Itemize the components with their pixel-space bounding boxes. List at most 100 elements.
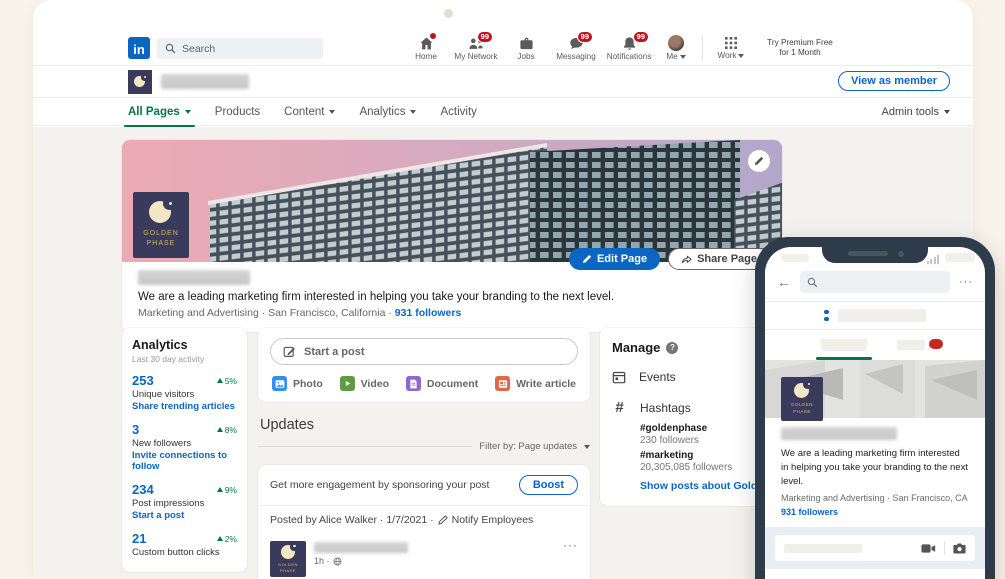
search-input[interactable]	[182, 42, 315, 55]
post-options-button[interactable]: ···	[563, 538, 578, 552]
hashtag-list: #goldenphase 230 followers #marketing 20…	[640, 423, 770, 473]
redacted-company-name	[781, 427, 897, 440]
document-button[interactable]: Document	[405, 376, 478, 391]
phone-screen: ← ··· GOLDEN PHASE We are a leading mark…	[765, 247, 985, 579]
redacted-company-name	[161, 74, 249, 89]
photo-label: Photo	[293, 377, 323, 390]
company-followers-link[interactable]: 931 followers	[395, 307, 462, 319]
try-premium-link[interactable]: Try Premium Free for 1 Month	[758, 38, 842, 59]
logo-text-golden: GOLDEN	[143, 229, 179, 237]
tab-all-pages-label: All Pages	[128, 106, 180, 118]
nav-me[interactable]: Me	[657, 30, 695, 66]
phone-tab	[897, 340, 925, 350]
stat-value[interactable]: 21	[132, 531, 146, 546]
nav-jobs[interactable]: Jobs	[501, 30, 551, 66]
photo-button[interactable]: Photo	[272, 376, 323, 391]
edit-page-button[interactable]: Edit Page	[568, 248, 661, 270]
stat-unique-visitors: 253 5% Unique visitors Share trending ar…	[132, 373, 237, 412]
search-box[interactable]	[157, 38, 323, 59]
nav-my-network[interactable]: 99 My Network	[451, 30, 501, 66]
nav-notifications[interactable]: 99 Notifications	[601, 30, 657, 66]
write-article-icon	[495, 376, 511, 391]
pencil-icon	[754, 156, 764, 165]
cover-image: GOLDEN PHASE	[122, 140, 782, 262]
chevron-down-icon	[329, 110, 336, 114]
stat-delta: 8%	[224, 424, 237, 435]
page-tabs-bar: All Pages Products Content Analytics Act…	[33, 98, 973, 127]
redacted-company-name	[138, 270, 250, 285]
company-industry-location: Marketing and Advertising · San Francisc…	[138, 307, 395, 319]
nav-items: Home 99 My Network Jobs 99 Messaging 99 …	[401, 30, 842, 66]
video-button[interactable]: Video	[339, 376, 390, 391]
view-as-member-button[interactable]: View as member	[837, 71, 950, 91]
photo-icon	[272, 376, 287, 391]
boost-row: Get more engagement by sponsoring your p…	[258, 465, 590, 505]
chevron-down-icon	[738, 53, 745, 58]
hashtag-item[interactable]: #marketing	[640, 450, 770, 461]
composer-card: Start a post Photo Video Document Write …	[258, 328, 590, 402]
company-logo-mini[interactable]	[128, 70, 152, 94]
pencil-icon	[437, 515, 448, 525]
back-arrow-icon: ←	[777, 274, 791, 290]
hashtag-item[interactable]: #goldenphase	[640, 423, 770, 434]
share-arrow-icon	[681, 255, 692, 263]
notify-employees-link[interactable]: Notify Employees	[452, 514, 534, 526]
logo-text-golden: GOLDEN	[790, 401, 813, 407]
tab-all-pages[interactable]: All Pages	[124, 98, 195, 127]
video-label: Video	[360, 377, 390, 390]
edit-cover-button[interactable]	[748, 150, 770, 172]
start-post-input[interactable]: Start a post	[270, 338, 578, 365]
posted-by-row: Posted by Alice Walker · 1/7/2021 · Noti…	[258, 506, 590, 534]
chevron-down-icon[interactable]	[584, 444, 590, 449]
nav-messaging[interactable]: 99 Messaging	[551, 30, 601, 66]
show-posts-link[interactable]: Show posts about Golden Phase	[640, 480, 803, 492]
tab-analytics[interactable]: Analytics	[359, 98, 417, 126]
stat-value[interactable]: 3	[132, 422, 139, 437]
tab-content[interactable]: Content	[284, 98, 336, 126]
cover-building-photo	[122, 140, 782, 262]
divider	[258, 446, 473, 447]
linkedin-logo[interactable]: in	[128, 37, 150, 59]
phone-cover-wrap: GOLDEN PHASE	[765, 360, 985, 421]
manage-hashtags-row[interactable]: # Hashtags	[612, 399, 770, 416]
write-article-button[interactable]: Write article	[495, 376, 576, 391]
manage-title: Manage	[612, 340, 661, 355]
stat-delta: 2%	[224, 533, 237, 544]
events-label: Events	[639, 370, 676, 384]
analytics-title: Analytics	[132, 338, 188, 352]
nav-work[interactable]: Work	[710, 30, 752, 66]
nav-home[interactable]: Home	[401, 30, 451, 66]
tab-analytics-label: Analytics	[359, 106, 406, 118]
stat-value[interactable]: 253	[132, 373, 154, 388]
calendar-icon	[612, 371, 626, 384]
notifications-badge: 99	[632, 31, 649, 43]
stat-label: Custom button clicks	[132, 547, 220, 558]
phone-company-meta: Marketing and Advertising · San Francisc…	[781, 493, 968, 504]
nav-home-label: Home	[415, 51, 437, 61]
stat-delta: 5%	[224, 375, 237, 386]
manage-events-row[interactable]: Events	[612, 370, 770, 384]
logo-text-phase: PHASE	[793, 408, 811, 414]
post-author-logo[interactable]: GOLDEN PHASE	[270, 541, 306, 577]
phone-followers-link: 931 followers	[781, 507, 839, 518]
up-arrow-icon	[216, 378, 223, 383]
updates-heading: Updates	[260, 417, 315, 433]
phone-battery-placeholder	[945, 253, 975, 262]
hashtag-followers: 230 followers	[640, 435, 699, 446]
tab-activity[interactable]: Activity	[440, 98, 476, 126]
admin-tools-menu[interactable]: Admin tools	[882, 98, 950, 126]
nav-my-network-label: My Network	[454, 51, 498, 61]
help-icon[interactable]: ?	[666, 341, 679, 354]
filter-label[interactable]: Filter by: Page updates	[479, 441, 577, 452]
stat-value[interactable]: 234	[132, 482, 154, 497]
tab-products[interactable]: Products	[215, 98, 260, 126]
stat-action-link[interactable]: Invite connections to follow	[132, 450, 237, 472]
edit-page-label: Edit Page	[596, 253, 648, 265]
hashtag-followers: 20,305,085 followers	[640, 462, 733, 473]
company-logo-cover: GOLDEN PHASE	[133, 192, 189, 258]
nav-work-label: Work	[717, 51, 737, 60]
stat-action-link[interactable]: Share trending articles	[132, 401, 237, 412]
post-time: 1h ·	[314, 556, 330, 566]
stat-action-link[interactable]: Start a post	[132, 510, 237, 521]
boost-button[interactable]: Boost	[518, 475, 578, 495]
